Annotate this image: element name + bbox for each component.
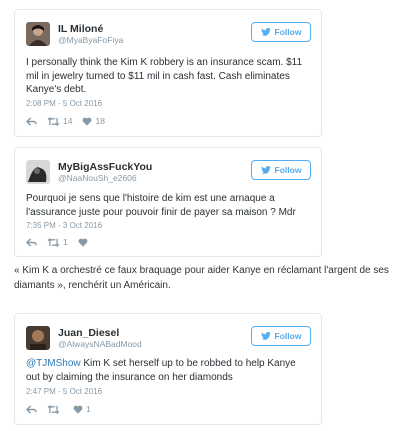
reply-icon (26, 404, 37, 414)
tweet-actions: 1 (26, 404, 91, 414)
tweet-date[interactable]: 2:08 PM - 5 Oct 2016 (26, 99, 102, 108)
twitter-bird-icon (260, 28, 271, 36)
author-names: Juan_Diesel @AlwaysNABadMood (58, 327, 142, 350)
tweet-date[interactable]: 7:35 PM - 3 Oct 2016 (26, 221, 102, 230)
article-paragraph: « Kim K a orchestré ce faux braquage pou… (14, 265, 389, 291)
like-count: 18 (95, 116, 105, 126)
follow-label: Follow (274, 331, 302, 341)
retweet-count: 1 (63, 237, 68, 247)
follow-button[interactable]: Follow (251, 160, 311, 180)
like-action[interactable]: 1 (73, 404, 91, 414)
tweet-header: MyBigAssFuckYou @NaaNouSh_e2606 Follow (26, 158, 311, 194)
heart-icon (78, 238, 88, 247)
tweet-text: @TJMShow Kim K set herself up to be robb… (26, 357, 309, 384)
retweet-icon (47, 116, 60, 126)
avatar[interactable] (26, 160, 50, 184)
reply-icon (26, 237, 37, 247)
tweet-actions: 14 18 (26, 116, 105, 126)
twitter-bird-icon (260, 332, 271, 340)
retweet-count: 14 (63, 116, 73, 126)
author-names: IL Miloné @MyaByaFoFiya (58, 23, 123, 46)
retweet-action[interactable]: 14 (47, 116, 72, 126)
author-names: MyBigAssFuckYou @NaaNouSh_e2606 (58, 161, 152, 184)
reply-action[interactable] (26, 237, 37, 247)
follow-button[interactable]: Follow (251, 326, 311, 346)
avatar[interactable] (26, 326, 50, 350)
avatar[interactable] (26, 22, 50, 46)
tweet-text: I personally think the Kim K robbery is … (26, 57, 303, 95)
like-action[interactable] (78, 238, 91, 247)
author-handle[interactable]: @AlwaysNABadMood (58, 339, 142, 350)
retweet-icon (47, 404, 60, 414)
follow-label: Follow (274, 27, 302, 37)
author-name[interactable]: MyBigAssFuckYou (58, 161, 152, 173)
author-name[interactable]: IL Miloné (58, 23, 123, 35)
author-name[interactable]: Juan_Diesel (58, 327, 142, 339)
heart-icon (73, 405, 83, 414)
tweet-header: IL Miloné @MyaByaFoFiya Follow (26, 20, 311, 56)
reply-action[interactable] (26, 116, 37, 126)
mention-link[interactable]: @TJMShow (26, 358, 81, 369)
retweet-icon (47, 237, 60, 247)
tweet-card: Juan_Diesel @AlwaysNABadMood Follow @TJM… (14, 313, 322, 425)
reply-icon (26, 116, 37, 126)
heart-icon (83, 117, 92, 126)
tweet-text: Pourquoi je sens que l'histoire de kim e… (26, 193, 296, 218)
tweet-date[interactable]: 2:47 PM - 5 Oct 2016 (26, 387, 102, 396)
follow-label: Follow (274, 165, 302, 175)
follow-button[interactable]: Follow (251, 22, 311, 42)
tweet-card: MyBigAssFuckYou @NaaNouSh_e2606 Follow P… (14, 147, 322, 257)
author-handle[interactable]: @NaaNouSh_e2606 (58, 173, 152, 184)
like-action[interactable]: 18 (82, 116, 105, 126)
retweet-action[interactable]: 1 (47, 237, 68, 247)
tweet-actions: 1 (26, 237, 91, 247)
reply-action[interactable] (26, 404, 37, 414)
tweet-card: IL Miloné @MyaByaFoFiya Follow I persona… (14, 9, 322, 137)
retweet-action[interactable] (47, 404, 63, 414)
author-handle[interactable]: @MyaByaFoFiya (58, 35, 123, 46)
twitter-bird-icon (260, 166, 271, 174)
like-count: 1 (86, 404, 91, 414)
tweet-header: Juan_Diesel @AlwaysNABadMood Follow (26, 324, 311, 360)
